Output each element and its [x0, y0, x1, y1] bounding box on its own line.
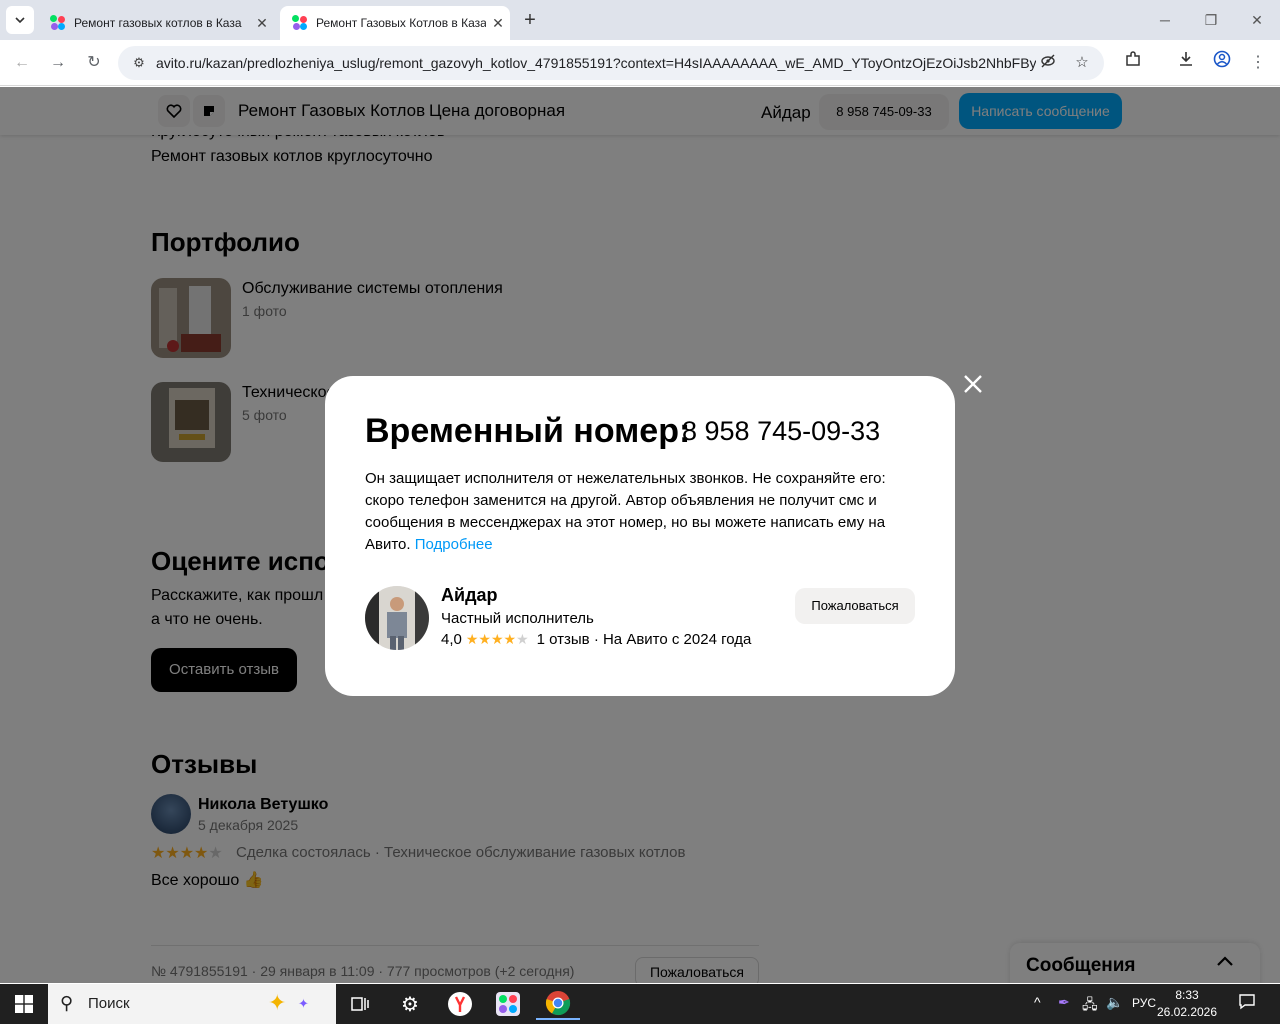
modal-complain-button[interactable]: Пожаловаться	[795, 588, 915, 624]
new-tab-button[interactable]: +	[518, 8, 542, 32]
chrome-icon[interactable]	[536, 988, 580, 1020]
search-icon: ⚲	[60, 993, 74, 1013]
close-modal-icon[interactable]	[960, 371, 986, 397]
browser-tab-bar: Ремонт газовых котлов в Каза ✕ Ремонт Га…	[0, 0, 1280, 40]
clock-time: 8:33	[1175, 988, 1199, 1002]
taskbar-search-placeholder: Поиск	[88, 995, 130, 1012]
browser-toolbar: ← → ↻ ⚙ avito.ru/kazan/predlozheniya_usl…	[0, 40, 1280, 86]
app-icon[interactable]	[486, 988, 530, 1020]
extensions-icon[interactable]	[1120, 50, 1146, 76]
show-hidden-icons-icon[interactable]: ^	[1034, 994, 1041, 1010]
address-bar[interactable]: ⚙ avito.ru/kazan/predlozheniya_uslug/rem…	[118, 46, 1104, 80]
tab-title: Ремонт Газовых Котлов в Каза	[316, 16, 486, 30]
windows-taskbar: ⚲ Поиск ✦ ✦ ⚙ ^ ✒ 🖧 🔈 РУС 8:33 26.02.202…	[0, 984, 1280, 1024]
tab-active[interactable]: Ремонт Газовых Котлов в Каза ✕	[280, 6, 510, 40]
eye-off-icon[interactable]	[1038, 53, 1058, 73]
seller-rating-row: 4,0 ★★★★★ 1 отзыв · На Авито с 2024 года	[441, 631, 751, 648]
reload-icon[interactable]: ↻	[81, 50, 107, 76]
taskbar-search[interactable]: ⚲ Поиск ✦ ✦	[48, 984, 336, 1024]
forward-icon[interactable]: →	[45, 50, 71, 76]
tab-search-button[interactable]	[6, 6, 34, 34]
task-view-icon[interactable]	[338, 988, 382, 1020]
sparkle-icon: ✦	[298, 996, 309, 1011]
seller-stars: ★★★★★	[465, 631, 529, 647]
chevron-down-icon	[15, 17, 25, 24]
site-settings-icon[interactable]: ⚙	[130, 54, 148, 72]
avito-favicon-icon	[50, 15, 66, 31]
modal-phone-number[interactable]: 8 958 745-09-33	[682, 416, 880, 447]
modal-description: Он защищает исполнителя от нежелательных…	[365, 468, 915, 556]
seller-reviews[interactable]: 1 отзыв · На Авито с 2024 года	[537, 631, 752, 648]
clock-date: 26.02.2026	[1156, 1005, 1218, 1019]
settings-gear-icon[interactable]: ⚙	[388, 988, 432, 1020]
star-icon[interactable]: ☆	[1072, 53, 1092, 73]
yandex-browser-icon[interactable]	[438, 988, 482, 1020]
network-icon[interactable]: 🖧	[1082, 994, 1098, 1018]
seller-role: Частный исполнитель	[441, 610, 594, 627]
more-info-link[interactable]: Подробнее	[415, 536, 493, 553]
minimize-icon[interactable]: ─	[1150, 8, 1180, 32]
url-text: avito.ru/kazan/predlozheniya_uslug/remon…	[156, 55, 1036, 71]
menu-icon[interactable]: ⋮	[1245, 50, 1271, 76]
download-icon[interactable]	[1173, 50, 1199, 76]
taskbar-clock[interactable]: 8:33 26.02.2026	[1150, 987, 1224, 1021]
volume-icon[interactable]: 🔈	[1106, 994, 1123, 1011]
tab-title: Ремонт газовых котлов в Каза	[74, 16, 242, 30]
avito-favicon-icon	[292, 15, 308, 31]
profile-icon[interactable]	[1209, 50, 1235, 76]
tab-inactive[interactable]: Ремонт газовых котлов в Каза ✕	[38, 6, 274, 40]
seller-name[interactable]: Айдар	[441, 585, 498, 606]
pen-icon[interactable]: ✒	[1058, 994, 1070, 1011]
notifications-icon[interactable]	[1238, 992, 1256, 1013]
back-icon[interactable]: ←	[9, 50, 35, 76]
close-window-icon[interactable]: ✕	[1242, 8, 1272, 32]
temporary-number-modal: Временный номер: 8 958 745-09-33 Он защи…	[325, 376, 955, 696]
tab-close-icon[interactable]: ✕	[250, 15, 274, 32]
seller-avatar[interactable]	[365, 586, 429, 650]
sparkle-icon: ✦	[268, 990, 287, 1015]
restore-icon[interactable]: ❐	[1196, 8, 1226, 32]
tab-close-icon[interactable]: ✕	[486, 15, 510, 32]
seller-rating-value: 4,0	[441, 631, 462, 648]
modal-heading: Временный номер:	[365, 412, 691, 450]
windows-start-icon[interactable]	[0, 984, 48, 1024]
